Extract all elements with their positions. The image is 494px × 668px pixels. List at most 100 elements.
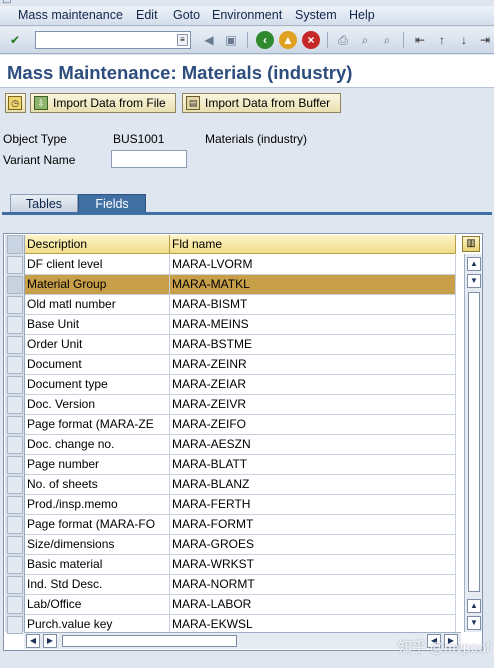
select-all-cell[interactable] [7, 235, 23, 254]
cell-description: Doc. change no. [25, 435, 170, 454]
menu-edit[interactable]: Edit [136, 8, 158, 22]
table-row[interactable]: Ind. Std Desc. MARA-NORMT [25, 575, 456, 595]
menu-system[interactable]: System [295, 8, 337, 22]
column-header-description[interactable]: Description [25, 235, 170, 254]
horizontal-scroll-thumb[interactable] [62, 635, 237, 647]
print-icon[interactable]: ⎙ [334, 31, 352, 49]
tab-fields[interactable]: Fields [78, 194, 146, 213]
cell-field-name: MARA-ZEINR [170, 355, 456, 374]
enter-check-icon[interactable]: ✔ [6, 31, 24, 49]
vertical-scroll-thumb[interactable] [468, 292, 480, 592]
find-next-icon[interactable]: ⌕ [378, 31, 396, 49]
table-row[interactable]: Base Unit MARA-MEINS [25, 315, 456, 335]
object-type-description: Materials (industry) [205, 132, 308, 146]
column-header-field-name[interactable]: Fld name [170, 235, 456, 254]
table-row[interactable]: Document MARA-ZEINR [25, 355, 456, 375]
table-row[interactable]: Old matl number MARA-BISMT [25, 295, 456, 315]
table-row[interactable]: Page format (MARA-ZE MARA-ZEIFO [25, 415, 456, 435]
scroll-up-page-icon[interactable]: ▲ [467, 599, 481, 613]
command-field[interactable]: ≡ [35, 31, 191, 49]
variant-name-input[interactable] [111, 150, 187, 168]
row-selector[interactable] [7, 336, 23, 354]
row-selector[interactable] [7, 356, 23, 374]
row-selector[interactable] [7, 556, 23, 574]
exit-icon[interactable]: ▲ [279, 31, 297, 49]
save-icon[interactable]: ▣ [222, 31, 240, 49]
cell-description: Prod./insp.memo [25, 495, 170, 514]
scroll-left-icon[interactable]: ◀ [26, 634, 40, 648]
cell-field-name: MARA-MATKL [170, 275, 456, 294]
cell-description: Page format (MARA-FO [25, 515, 170, 534]
table-row[interactable]: Doc. Version MARA-ZEIVR [25, 395, 456, 415]
row-selector[interactable] [7, 296, 23, 314]
row-selector[interactable] [7, 476, 23, 494]
table-row[interactable]: Doc. change no. MARA-AESZN [25, 435, 456, 455]
table-row[interactable]: Size/dimensions MARA-GROES [25, 535, 456, 555]
cell-description: Page format (MARA-ZE [25, 415, 170, 434]
first-page-icon[interactable]: ⇤ [411, 31, 429, 49]
cell-field-name: MARA-MEINS [170, 315, 456, 334]
row-selector[interactable] [7, 436, 23, 454]
import-buffer-label: Import Data from Buffer [205, 96, 331, 110]
next-page-icon[interactable]: ↓ [455, 31, 473, 49]
tab-strip-line [2, 212, 492, 215]
table-row[interactable]: Lab/Office MARA-LABOR [25, 595, 456, 615]
horizontal-scrollbar[interactable]: ◀ ▶ ◀ ▶ [24, 632, 461, 649]
find-icon[interactable]: ⌕ [356, 31, 374, 49]
row-selector[interactable] [7, 276, 23, 294]
arrow-left-icon[interactable]: ◀ [200, 31, 218, 49]
execute-icon: ◷ [8, 96, 22, 110]
column-settings-icon[interactable]: ▥ [462, 236, 480, 252]
execute-button[interactable]: ◷ [5, 93, 26, 113]
scroll-up-icon[interactable]: ▲ [467, 257, 481, 271]
table-row[interactable]: Basic material MARA-WRKST [25, 555, 456, 575]
previous-page-icon[interactable]: ↑ [433, 31, 451, 49]
table-row[interactable]: DF client level MARA-LVORM [25, 255, 456, 275]
scroll-down-icon[interactable]: ▼ [467, 616, 481, 630]
table-row[interactable]: Page number MARA-BLATT [25, 455, 456, 475]
menu-goto[interactable]: Goto [173, 8, 200, 22]
cell-field-name: MARA-NORMT [170, 575, 456, 594]
cancel-icon[interactable]: × [302, 31, 320, 49]
command-history-icon[interactable]: ≡ [177, 34, 188, 46]
menu-help[interactable]: Help [349, 8, 375, 22]
row-selector[interactable] [7, 496, 23, 514]
page-title: Mass Maintenance: Materials (industry) [7, 62, 353, 83]
row-selector[interactable] [7, 516, 23, 534]
row-selector[interactable] [7, 576, 23, 594]
cell-field-name: MARA-BLANZ [170, 475, 456, 494]
title-bar: Mass Maintenance: Materials (industry) [0, 55, 494, 88]
last-page-icon[interactable]: ⇥ [476, 31, 494, 49]
table-row[interactable]: Document type MARA-ZEIAR [25, 375, 456, 395]
table-row[interactable]: Page format (MARA-FO MARA-FORMT [25, 515, 456, 535]
back-icon[interactable]: ‹ [256, 31, 274, 49]
table-row[interactable]: No. of sheets MARA-BLANZ [25, 475, 456, 495]
tab-tables[interactable]: Tables [10, 194, 78, 213]
menu-mass-maintenance[interactable]: Mass maintenance [18, 8, 123, 22]
row-selector[interactable] [7, 456, 23, 474]
scroll-right-page-icon[interactable]: ▶ [43, 634, 57, 648]
vertical-scrollbar[interactable]: ▲ ▼ ▲ ▼ [464, 254, 482, 632]
cell-field-name: MARA-LVORM [170, 255, 456, 274]
object-type-value: BUS1001 [113, 132, 165, 146]
row-selector[interactable] [7, 376, 23, 394]
row-selector[interactable] [7, 316, 23, 334]
import-from-buffer-button[interactable]: ▤ Import Data from Buffer [182, 93, 341, 113]
table-row[interactable]: Prod./insp.memo MARA-FERTH [25, 495, 456, 515]
row-selector[interactable] [7, 416, 23, 434]
row-selector-column [5, 235, 25, 634]
scroll-down-page-icon[interactable]: ▼ [467, 274, 481, 288]
cell-description: Document [25, 355, 170, 374]
row-selector[interactable] [7, 396, 23, 414]
row-selector[interactable] [7, 536, 23, 554]
table-row[interactable]: Material Group MARA-MATKL [25, 275, 456, 295]
row-selector[interactable] [7, 256, 23, 274]
row-selector[interactable] [7, 596, 23, 614]
cell-field-name: MARA-FORMT [170, 515, 456, 534]
cell-description: DF client level [25, 255, 170, 274]
import-from-file-button[interactable]: ⇩ Import Data from File [30, 93, 176, 113]
import-file-label: Import Data from File [53, 96, 166, 110]
row-selector[interactable] [7, 616, 23, 634]
table-row[interactable]: Order Unit MARA-BSTME [25, 335, 456, 355]
menu-environment[interactable]: Environment [212, 8, 282, 22]
